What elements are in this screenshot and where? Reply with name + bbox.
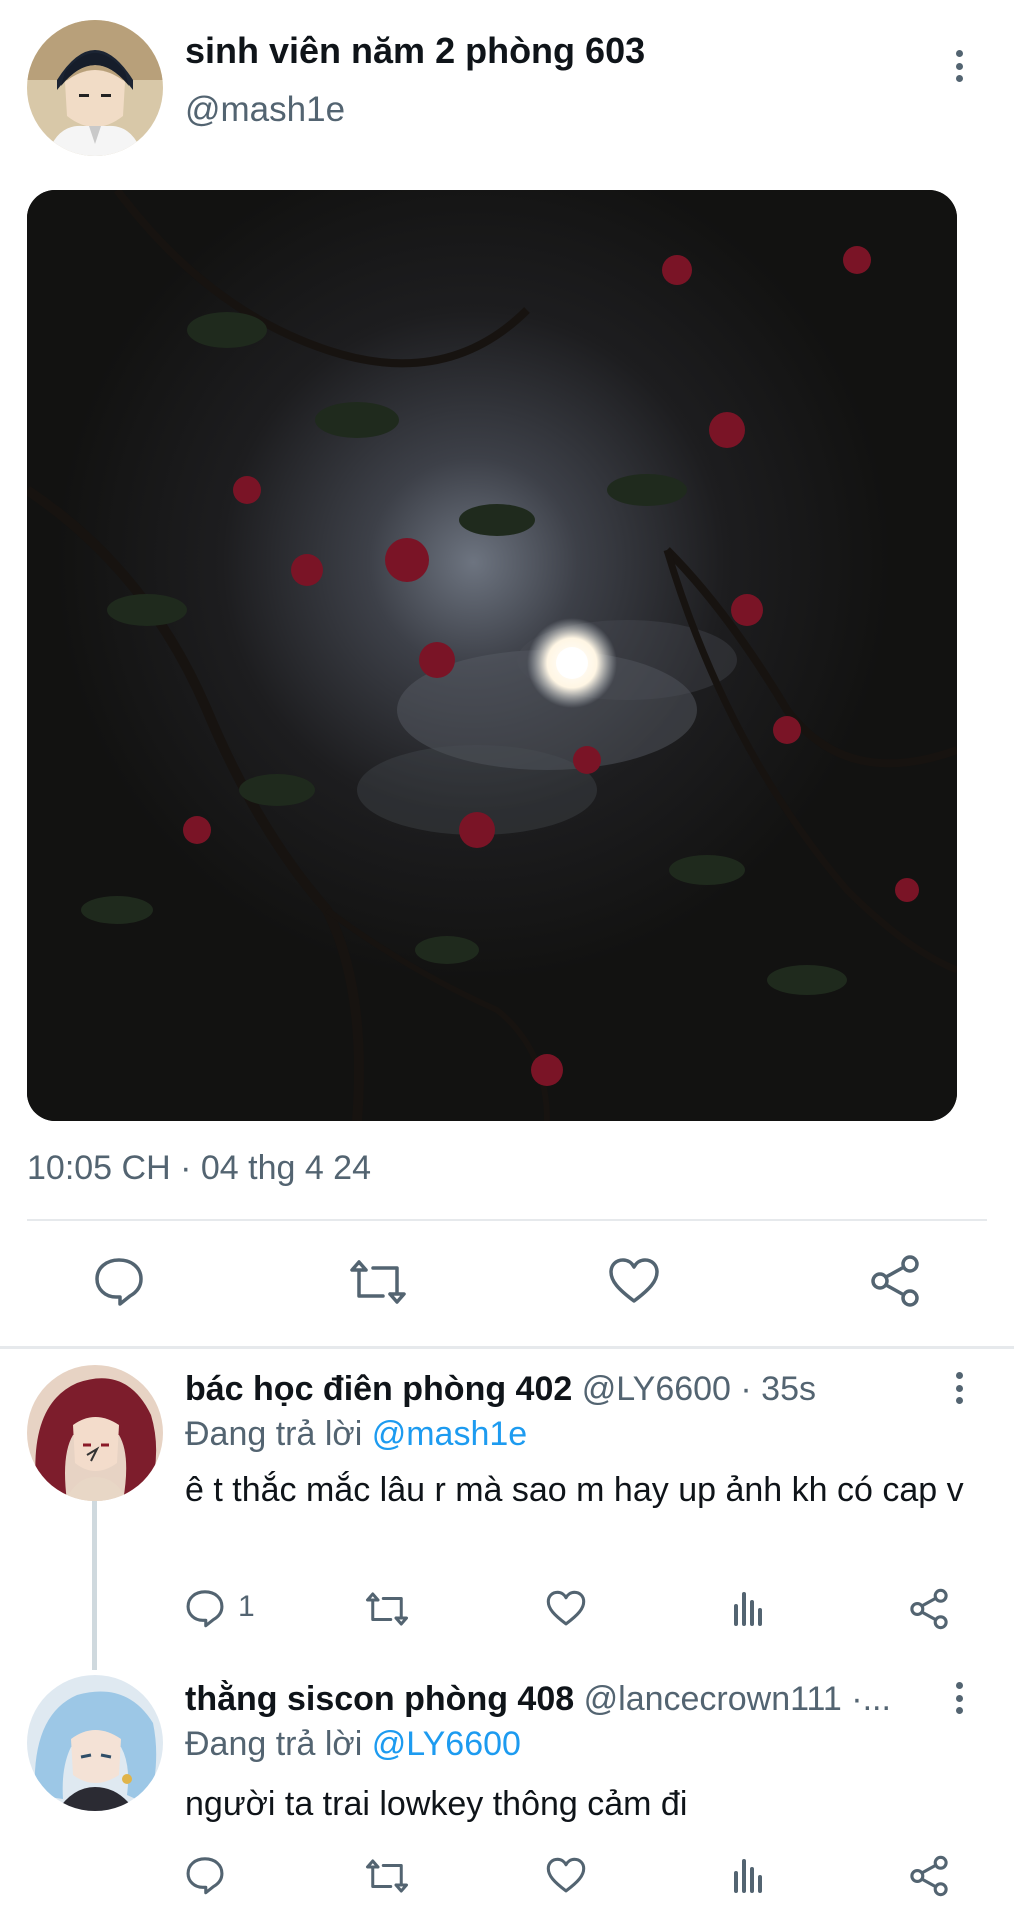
tweet-photo[interactable] (27, 190, 957, 1121)
author-handle[interactable]: @mash1e (185, 90, 345, 130)
like-icon[interactable] (608, 1257, 660, 1305)
like-icon[interactable] (546, 1590, 586, 1627)
replying-to-line: Đang trả lời @mash1e (185, 1415, 527, 1454)
analytics-icon[interactable] (730, 1857, 766, 1893)
share-icon[interactable] (908, 1855, 950, 1897)
thread-line (92, 1500, 97, 1670)
replying-to-line: Đang trả lời @LY6600 (185, 1725, 521, 1764)
divider (27, 1219, 987, 1221)
reply-avatar[interactable] (27, 1365, 163, 1501)
retweet-icon[interactable] (349, 1258, 407, 1306)
share-icon[interactable] (868, 1254, 922, 1308)
replying-to-handle[interactable]: @LY6600 (372, 1725, 521, 1763)
divider (0, 1346, 1014, 1349)
reply-author-name[interactable]: bác học điên phòng 402 (185, 1370, 572, 1408)
reply-icon[interactable] (185, 1588, 225, 1628)
reply-author-handle[interactable]: @LY6600 (582, 1370, 731, 1408)
more-options-icon[interactable] (947, 1678, 971, 1718)
reply-header: thằng siscon phòng 408 @lancecrown111 ·.… (185, 1680, 930, 1719)
reply-count: 1 (238, 1590, 255, 1623)
retweet-icon[interactable] (365, 1591, 409, 1627)
reply-avatar[interactable] (27, 1675, 163, 1811)
retweet-icon[interactable] (365, 1858, 409, 1894)
replying-to-handle[interactable]: @mash1e (372, 1415, 527, 1453)
reply-text: ê t thắc mắc lâu r mà sao m hay up ảnh k… (185, 1471, 964, 1509)
reply-time: · 35s (740, 1370, 816, 1408)
more-options-icon[interactable] (947, 1368, 971, 1408)
analytics-icon[interactable] (730, 1590, 766, 1626)
reply-author-name[interactable]: thằng siscon phòng 408 (185, 1680, 574, 1718)
author-avatar[interactable] (27, 20, 163, 156)
reply-header: bác học điên phòng 402 @LY6600 · 35s (185, 1370, 816, 1409)
share-icon[interactable] (908, 1588, 950, 1630)
author-name[interactable]: sinh viên năm 2 phòng 603 (185, 30, 645, 72)
replying-to-prefix: Đang trả lời (185, 1725, 363, 1763)
reply-icon[interactable] (185, 1855, 225, 1895)
reply-author-handle[interactable]: @lancecrown111 ·... (584, 1680, 891, 1718)
reply-text: người ta trai lowkey thông cảm đi (185, 1785, 688, 1823)
tweet-timestamp[interactable]: 10:05 CH · 04 thg 4 24 (27, 1149, 371, 1188)
more-options-icon[interactable] (947, 46, 971, 86)
like-icon[interactable] (546, 1857, 586, 1894)
reply-icon[interactable] (93, 1255, 145, 1307)
replying-to-prefix: Đang trả lời (185, 1415, 363, 1453)
